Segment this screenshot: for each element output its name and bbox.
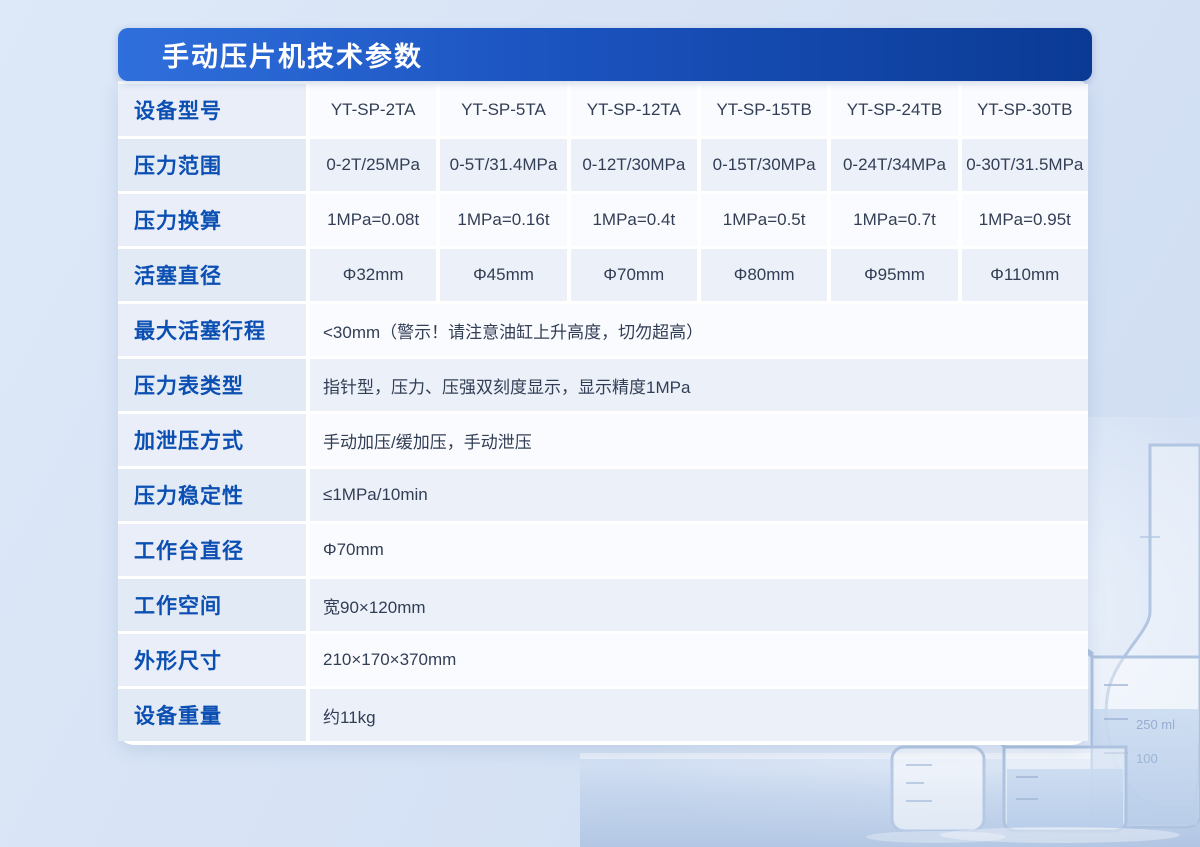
- cell-value: 约11kg: [310, 689, 1088, 741]
- cell-value: 1MPa=0.08t: [310, 194, 437, 246]
- cell-value: Φ70mm: [310, 524, 1088, 576]
- table-row: 压力换算 1MPa=0.08t 1MPa=0.16t 1MPa=0.4t 1MP…: [118, 194, 1088, 246]
- cell-value: YT-SP-30TB: [961, 84, 1088, 136]
- table-row: 最大活塞行程 <30mm（警示！请注意油缸上升高度，切勿超高）: [118, 304, 1088, 356]
- cell-value: 1MPa=0.7t: [831, 194, 958, 246]
- cell-value: 0-24T/34MPa: [831, 139, 958, 191]
- table-row: 设备重量 约11kg: [118, 689, 1088, 741]
- reflection: [866, 831, 1006, 843]
- table-row: 活塞直径 Φ32mm Φ45mm Φ70mm Φ80mm Φ95mm Φ110m…: [118, 249, 1088, 301]
- cell-value: Φ80mm: [700, 249, 828, 301]
- table-row: 压力范围 0-2T/25MPa 0-5T/31.4MPa 0-12T/30MPa…: [118, 139, 1088, 191]
- row-label: 加泄压方式: [118, 414, 306, 466]
- row-label: 压力换算: [118, 194, 306, 246]
- cell-value: Φ45mm: [440, 249, 567, 301]
- cell-value: 0-30T/31.5MPa: [961, 139, 1088, 191]
- row-label: 活塞直径: [118, 249, 306, 301]
- cell-value: 210×170×370mm: [310, 634, 1088, 686]
- table-row: 设备型号 YT-SP-2TA YT-SP-5TA YT-SP-12TA YT-S…: [118, 84, 1088, 136]
- cell-value: Φ70mm: [570, 249, 697, 301]
- cell-value: 0-5T/31.4MPa: [440, 139, 567, 191]
- cell-value: 0-15T/30MPa: [700, 139, 828, 191]
- cell-value: YT-SP-5TA: [440, 84, 567, 136]
- page-title: 手动压片机技术参数: [162, 42, 423, 73]
- row-label: 设备重量: [118, 689, 306, 741]
- table-row: 压力稳定性 ≤1MPa/10min: [118, 469, 1088, 521]
- cell-value: <30mm（警示！请注意油缸上升高度，切勿超高）: [310, 304, 1088, 356]
- table-row: 工作空间 宽90×120mm: [118, 579, 1088, 631]
- beaker-icon: [996, 737, 1128, 833]
- cell-value: Φ110mm: [961, 249, 1088, 301]
- cell-value: 手动加压/缓加压，手动泄压: [310, 414, 1088, 466]
- cell-value: YT-SP-15TB: [700, 84, 828, 136]
- spec-card: 设备型号 YT-SP-2TA YT-SP-5TA YT-SP-12TA YT-S…: [118, 81, 1088, 745]
- table-row: 工作台直径 Φ70mm: [118, 524, 1088, 576]
- cell-value: 宽90×120mm: [310, 579, 1088, 631]
- svg-text:250 ml: 250 ml: [1136, 717, 1175, 732]
- cell-value: 1MPa=0.5t: [700, 194, 828, 246]
- row-label: 外形尺寸: [118, 634, 306, 686]
- cell-value: 指针型，压力、压强双刻度显示，显示精度1MPa: [310, 359, 1088, 411]
- cell-value: YT-SP-24TB: [831, 84, 958, 136]
- cell-value: 1MPa=0.95t: [961, 194, 1088, 246]
- svg-text:100: 100: [1136, 751, 1158, 766]
- cell-value: 1MPa=0.16t: [440, 194, 567, 246]
- row-label: 压力稳定性: [118, 469, 306, 521]
- row-label: 工作台直径: [118, 524, 306, 576]
- cell-value: 0-12T/30MPa: [570, 139, 697, 191]
- row-label: 最大活塞行程: [118, 304, 306, 356]
- cell-value: YT-SP-2TA: [310, 84, 437, 136]
- cell-value: ≤1MPa/10min: [310, 469, 1088, 521]
- glass-bottle-icon: [890, 745, 986, 833]
- table-row: 加泄压方式 手动加压/缓加压，手动泄压: [118, 414, 1088, 466]
- row-label: 压力表类型: [118, 359, 306, 411]
- header-bar: 手动压片机技术参数: [118, 28, 1092, 81]
- row-label: 设备型号: [118, 84, 306, 136]
- table-row: 压力表类型 指针型，压力、压强双刻度显示，显示精度1MPa: [118, 359, 1088, 411]
- spec-table: 设备型号 YT-SP-2TA YT-SP-5TA YT-SP-12TA YT-S…: [118, 84, 1088, 741]
- cell-value: 1MPa=0.4t: [570, 194, 697, 246]
- cell-value: Φ32mm: [310, 249, 437, 301]
- cell-value: 0-2T/25MPa: [310, 139, 437, 191]
- row-label: 压力范围: [118, 139, 306, 191]
- table-row: 外形尺寸 210×170×370mm: [118, 634, 1088, 686]
- cell-value: Φ95mm: [831, 249, 958, 301]
- cell-value: YT-SP-12TA: [570, 84, 697, 136]
- row-label: 工作空间: [118, 579, 306, 631]
